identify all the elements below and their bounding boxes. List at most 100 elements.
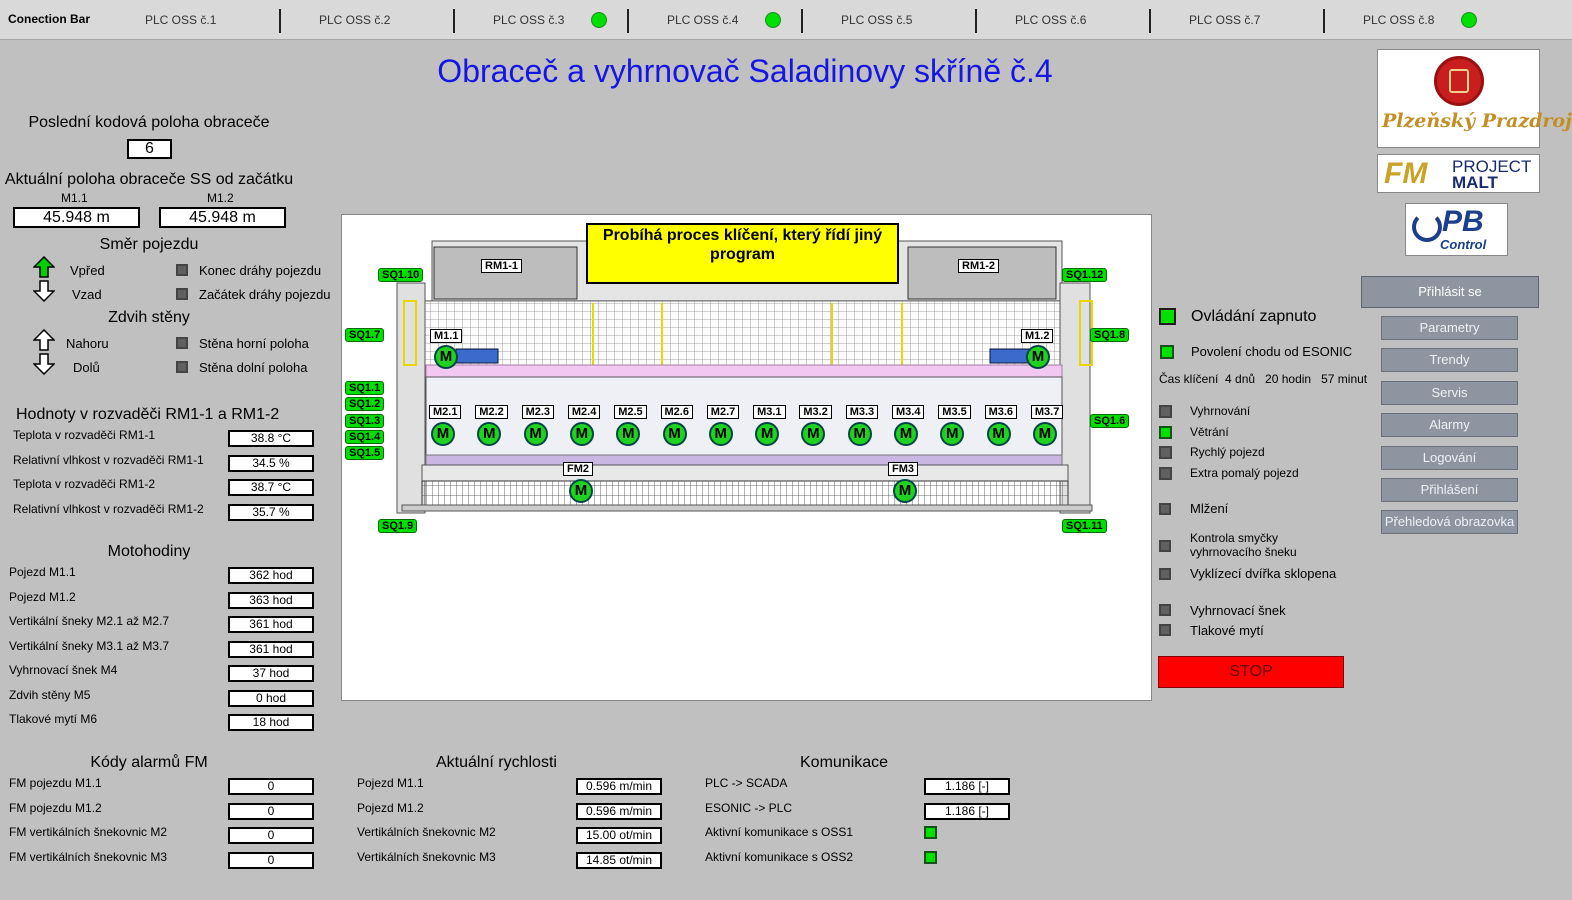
mlzeni-label: Mlžení (1190, 501, 1229, 516)
speeds-row-value: 0.596 m/min (576, 778, 662, 795)
status-label: Extra pomalý pojezd (1190, 465, 1299, 480)
hours-row-value: 363 hod (228, 591, 314, 609)
plc-oss-8[interactable]: PLC OSS č.8 (1323, 0, 1497, 40)
motor-M2-4-icon: M (569, 422, 594, 446)
arrow-up-green-icon (33, 256, 55, 278)
esonic-indicator (1160, 345, 1174, 359)
hours-row-label: Zdvih stěny M5 (9, 687, 91, 702)
tlakove-myti-indicator (1159, 624, 1171, 636)
nav-button-3[interactable]: Servis (1381, 380, 1518, 405)
speeds-title: Aktuální rychlosti (436, 754, 557, 771)
rm-row-value: 35.7 % (228, 503, 314, 521)
plc-label: PLC OSS č.7 (1189, 13, 1261, 27)
motor-M3-6-icon: M (986, 422, 1011, 446)
tlakove-myti-label: Tlakové mytí (1190, 623, 1264, 638)
motor-label-M3-7: M3.7 (1030, 405, 1064, 419)
motor-M3-3-icon: M (847, 422, 872, 446)
comm-row-label: Aktivní komunikace s OSS2 (705, 849, 854, 864)
motor-label-M2-2: M2.2 (475, 405, 508, 419)
rm-row-value: 38.7 °C (228, 479, 314, 496)
speeds-row-value: 0.596 m/min (576, 802, 662, 820)
hours-row-value: 361 hod (228, 616, 314, 633)
plc-oss-6[interactable]: PLC OSS č.6 (975, 0, 1151, 40)
motor-M2-5-icon: M (616, 422, 641, 446)
nav-button-4[interactable]: Alarmy (1381, 413, 1518, 438)
nav-button-5[interactable]: Logování (1381, 445, 1518, 470)
plc-label: PLC OSS č.1 (145, 13, 217, 27)
sq17-tag: SQ1.7 (345, 328, 385, 342)
esonic-label: Povolení chodu od ESONIC (1191, 344, 1353, 359)
sq11-tag: SQ1.1 (345, 381, 385, 395)
hours-row-label: Vyhrnovací šnek M4 (9, 663, 118, 677)
alarms-row-value: 0 (228, 802, 314, 820)
nav-button-1[interactable]: Parametry (1381, 316, 1518, 340)
motor-label-M2-4: M2.4 (567, 405, 601, 419)
hours-row-label: Vertikální šneky M2.1 až M2.7 (9, 614, 170, 628)
motor-label-M2-5: M2.5 (614, 405, 647, 419)
status-indicator (1159, 425, 1172, 439)
motor-label-M3-1: M3.1 (753, 405, 786, 419)
wall-bottom-indicator (176, 361, 188, 373)
sq15-tag: SQ1.5 (345, 446, 385, 460)
rm-row-label: Teplota v rozvaděči RM1-1 (13, 428, 156, 442)
plc-oss-7[interactable]: PLC OSS č.7 (1149, 0, 1325, 40)
motor-label-M3-6: M3.6 (984, 405, 1018, 419)
alarms-row-value: 0 (228, 827, 314, 844)
vyhrnovaci-snek-indicator (1159, 604, 1171, 616)
nav-button-7[interactable]: Přehledová obrazovka (1381, 510, 1518, 535)
plc-oss-3[interactable]: PLC OSS č.3 (453, 0, 629, 40)
kontrola-label: Kontrola smyčky vyhrnovacího šneku (1190, 531, 1297, 559)
germination-time: Čas klíčení 4 dnů 20 hodin 57 minut (1159, 372, 1368, 386)
comm-row-label: Aktivní komunikace s OSS1 (705, 825, 854, 839)
sq112-tag: SQ1.12 (1062, 268, 1108, 282)
sq16-tag: SQ1.6 (1090, 414, 1130, 428)
plc-oss-5[interactable]: PLC OSS č.5 (801, 0, 977, 40)
nav-button-2[interactable]: Trendy (1381, 348, 1518, 373)
motor-M2-1-icon: M (431, 422, 455, 446)
control-on-indicator (1159, 308, 1176, 325)
alarms-row-value: 0 (228, 778, 314, 795)
track-start-label: Začátek dráhy pojezdu (199, 287, 331, 302)
motor-m12-icon: M (1026, 345, 1050, 369)
machine-drawing (396, 240, 1093, 514)
comm-row-label: ESONIC -> PLC (705, 800, 793, 815)
motor-M3-4-icon: M (894, 422, 918, 446)
plc-label: PLC OSS č.5 (841, 13, 913, 27)
motor-label-M3-2: M3.2 (799, 405, 832, 419)
wall-lift-title: Zdvih stěny (108, 309, 190, 326)
speeds-row-label: Pojezd M1.1 (357, 776, 424, 790)
page-title: Obraceč a vyhrnovač Saladinovy skříně č.… (437, 53, 1053, 89)
plc-label: PLC OSS č.4 (667, 13, 739, 27)
motor-fm3-icon: M (893, 479, 917, 503)
fm3-label: FM3 (888, 462, 918, 476)
rm-row-value: 38.8 °C (228, 430, 314, 447)
comm-row-value: 1.186 [-] (924, 802, 1010, 820)
hours-row-value: 361 hod (228, 640, 314, 658)
connection-bar: Conection Bar PLC OSS č.1 PLC OSS č.2 PLC … (0, 0, 1572, 40)
plc-oss-4[interactable]: PLC OSS č.4 (627, 0, 803, 40)
motor-label-M2-7: M2.7 (706, 405, 740, 419)
motor-label-M2-1: M2.1 (429, 405, 462, 419)
m11-diagram-label: M1.1 (430, 329, 463, 343)
alarms-row-label: FM pojezdu M1.2 (9, 800, 102, 815)
plc-oss-1[interactable]: PLC OSS č.1 (105, 0, 281, 40)
status-indicator (1159, 466, 1172, 480)
motor-label-M3-3: M3.3 (845, 405, 879, 419)
stop-button[interactable]: STOP (1158, 656, 1344, 688)
login-button[interactable]: Přihlásit se (1361, 276, 1539, 308)
status-label: Rychlý pojezd (1190, 445, 1265, 459)
motor-label-M3-5: M3.5 (938, 405, 971, 419)
m11-label: M1.1 (61, 191, 88, 205)
status-indicator (1159, 405, 1172, 418)
comm-row-label: PLC -> SCADA (705, 776, 788, 790)
nav-button-6[interactable]: Přihlášení (1381, 478, 1518, 502)
rm-row-label: Teplota v rozvaděči RM1-2 (13, 477, 156, 491)
motor-M2-6-icon: M (662, 422, 687, 446)
rm-title: Hodnoty v rozvaděči RM1-1 a RM1-2 (16, 406, 280, 423)
plc-label: PLC OSS č.3 (493, 13, 565, 27)
arrow-up-icon (33, 329, 55, 351)
last-position-label: Poslední kodová poloha obraceče (28, 114, 270, 131)
plc-oss-2[interactable]: PLC OSS č.2 (279, 0, 455, 40)
hours-row-value: 37 hod (228, 665, 314, 682)
rm12-label: RM1-2 (958, 259, 1000, 273)
